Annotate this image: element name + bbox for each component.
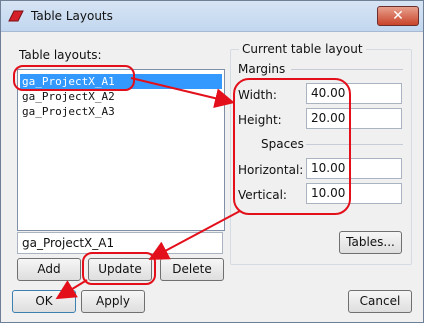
annotation-arrows [55, 77, 241, 300]
arrow-to-update [148, 210, 241, 260]
arrow-to-ok [55, 279, 88, 300]
table-layouts-dialog: Table Layouts ✕ Table layouts: ga_Projec… [0, 0, 424, 323]
arrow-to-fields [130, 77, 235, 108]
